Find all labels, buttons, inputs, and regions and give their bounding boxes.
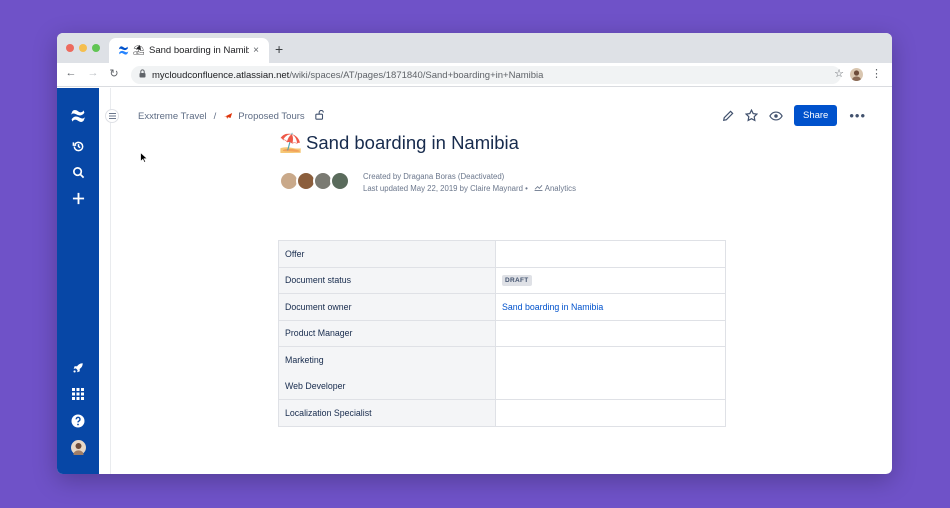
page-metadata: Created by Dragana Boras (Deactivated) L… [363,171,576,195]
document-owner-link[interactable]: Sand boarding in Namibia [502,302,603,312]
beach-umbrella-favicon-icon: ⛱ [132,45,146,56]
property-value[interactable] [495,399,726,427]
minimize-window-button[interactable] [79,44,87,52]
table-row: Offer [278,240,726,268]
sidebar-rail [99,88,111,474]
url-path: /wiki/spaces/AT/pages/1871840/Sand+board… [289,69,544,81]
breadcrumb: Exxtreme Travel / Proposed Tours [138,109,325,123]
share-button[interactable]: Share [793,105,838,126]
created-by: Created by Dragana Boras (Deactivated) [363,172,505,181]
tab-strip: ⛱ Sand boarding in Namibia - × + [57,33,892,63]
global-sidebar [57,88,99,474]
breadcrumb-parent-link[interactable]: Proposed Tours [238,111,304,122]
table-row: Marketing [278,346,726,373]
breadcrumb-space-link[interactable]: Exxtreme Travel [138,111,207,122]
tab-title: Sand boarding in Namibia - [149,45,249,56]
collapse-sidebar-button[interactable] [105,109,119,123]
lock-icon [139,69,146,81]
analytics-icon[interactable] [534,184,545,193]
browser-toolbar: ← → ↻ mycloudconfluence.atlassian.net/wi… [57,63,892,87]
close-window-button[interactable] [66,44,74,52]
rocket-icon[interactable] [57,362,99,374]
browser-window: ⛱ Sand boarding in Namibia - × + ← → ↻ m… [57,33,892,474]
contributor-avatar[interactable] [330,171,350,191]
table-row: Web Developer [278,373,726,400]
property-key: Offer [278,240,496,268]
property-value[interactable] [495,346,726,373]
property-value[interactable]: Sand boarding in Namibia [495,293,726,321]
property-value[interactable] [495,240,726,268]
analytics-link[interactable]: Analytics [545,184,576,193]
confluence-logo-icon[interactable] [57,108,99,124]
beach-umbrella-icon: ⛱️ [279,132,303,153]
back-arrow-icon[interactable]: ← [64,67,78,79]
reload-icon[interactable]: ↻ [107,67,121,80]
mouse-cursor-icon [140,150,149,168]
property-key: Document status [278,266,496,294]
bookmark-star-icon[interactable]: ☆ [834,67,844,80]
property-key: Web Developer [278,373,496,400]
unlocked-restrictions-icon[interactable] [314,109,325,123]
property-value[interactable]: DRAFT [495,266,726,294]
recent-icon[interactable] [57,140,99,153]
url-host: mycloudconfluence.atlassian.net [152,69,290,81]
last-updated[interactable]: Last updated May 22, 2019 by Claire Mayn… [363,184,523,193]
property-key: Marketing [278,346,496,373]
edit-icon[interactable] [720,108,736,124]
browser-menu-icon[interactable]: ⋮ [871,67,882,80]
table-row: Document owner Sand boarding in Namibia [278,293,726,321]
watch-icon[interactable] [768,108,784,124]
help-icon[interactable] [57,414,99,428]
confluence-favicon-icon [117,45,129,57]
search-icon[interactable] [57,166,99,179]
contributor-avatars[interactable] [279,171,350,191]
address-bar[interactable]: mycloudconfluence.atlassian.net/wiki/spa… [131,66,841,84]
tab-close-icon[interactable]: × [249,45,263,56]
property-key: Document owner [278,293,496,321]
property-value[interactable] [495,373,726,400]
page-title-text: Sand boarding in Namibia [306,132,519,153]
property-key: Product Manager [278,319,496,347]
breadcrumb-separator: / [213,111,217,122]
airplane-icon [223,111,233,123]
property-value[interactable] [495,319,726,347]
page-properties-table: Offer Document status DRAFT Document own… [278,240,726,427]
meta-bullet: • [525,184,528,193]
table-row: Localization Specialist [278,399,726,427]
more-actions-button[interactable]: ••• [849,108,866,123]
browser-tab-active[interactable]: ⛱ Sand boarding in Namibia - × [109,38,269,63]
page-actions: Share ••• [712,105,866,126]
create-icon[interactable] [57,192,99,205]
page-title: ⛱️ Sand boarding in Namibia [279,132,519,154]
property-key: Localization Specialist [278,399,496,427]
forward-arrow-icon[interactable]: → [86,67,100,79]
table-row: Document status DRAFT [278,266,726,294]
app-switcher-icon[interactable] [57,388,99,400]
profile-avatar[interactable] [57,440,99,455]
new-tab-button[interactable]: + [275,41,283,57]
browser-profile-avatar[interactable] [850,68,863,81]
maximize-window-button[interactable] [92,44,100,52]
table-row: Product Manager [278,319,726,347]
star-icon[interactable] [744,108,760,124]
status-badge: DRAFT [502,275,532,287]
